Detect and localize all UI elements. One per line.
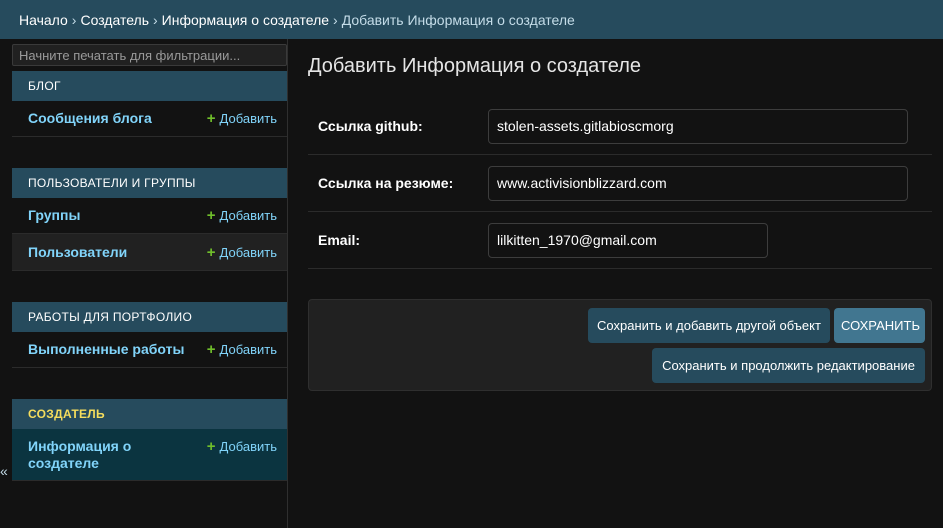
- plus-icon: +: [206, 243, 216, 261]
- add-blog-post-link[interactable]: + Добавить: [207, 110, 277, 127]
- save-and-continue-button[interactable]: Сохранить и продолжить редактирование: [652, 348, 925, 383]
- add-group-link[interactable]: + Добавить: [207, 207, 277, 224]
- add-creator-info-link[interactable]: + Добавить: [207, 438, 277, 455]
- add-label: Добавить: [219, 111, 277, 126]
- breadcrumb-app[interactable]: Создатель: [80, 12, 149, 28]
- module-portfolio: РАБОТЫ ДЛЯ ПОРТФОЛИО Выполненные работы …: [12, 302, 287, 368]
- sidebar-item-works: Выполненные работы + Добавить: [12, 332, 287, 368]
- github-label: Ссылка github:: [318, 118, 423, 134]
- form-row-email: Email:: [308, 212, 932, 269]
- sidebar-item-label[interactable]: Группы: [28, 207, 80, 224]
- add-label: Добавить: [219, 342, 277, 357]
- collapse-sidebar-icon[interactable]: «: [0, 462, 10, 480]
- sidebar-item-users: Пользователи + Добавить: [12, 234, 287, 271]
- save-button[interactable]: СОХРАНИТЬ: [834, 308, 925, 343]
- breadcrumb-separator: ›: [333, 11, 338, 28]
- sidebar-item-creator-info: Информация о создателе + Добавить: [12, 429, 287, 481]
- add-label: Добавить: [219, 439, 277, 454]
- save-and-add-another-button[interactable]: Сохранить и добавить другой объект: [588, 308, 830, 343]
- submit-row: Сохранить и добавить другой объект СОХРА…: [308, 299, 932, 391]
- breadcrumb-home[interactable]: Начало: [19, 12, 68, 28]
- sidebar-filter-input[interactable]: [12, 44, 287, 66]
- module-caption[interactable]: СОЗДАТЕЛЬ: [12, 399, 287, 429]
- module-creator: СОЗДАТЕЛЬ Информация о создателе + Добав…: [12, 399, 287, 481]
- breadcrumb: Начало › Создатель › Информация о создат…: [0, 0, 943, 39]
- sidebar-item-blog-posts: Сообщения блога + Добавить: [12, 101, 287, 137]
- module-blog: БЛОГ Сообщения блога + Добавить: [12, 71, 287, 137]
- resume-label: Ссылка на резюме:: [318, 175, 454, 191]
- form-row-resume: Ссылка на резюме:: [308, 155, 932, 212]
- sidebar: БЛОГ Сообщения блога + Добавить ПОЛЬЗОВА…: [11, 39, 288, 528]
- page-title: Добавить Информация о создателе: [308, 55, 642, 77]
- sidebar-item-label[interactable]: Пользователи: [28, 244, 127, 261]
- plus-icon: +: [206, 110, 216, 127]
- breadcrumb-model[interactable]: Информация о создателе: [162, 12, 329, 28]
- github-link-input[interactable]: [488, 108, 908, 144]
- add-work-link[interactable]: + Добавить: [207, 341, 277, 358]
- module-auth: ПОЛЬЗОВАТЕЛИ И ГРУППЫ Группы + Добавить …: [12, 168, 287, 271]
- add-user-link[interactable]: + Добавить: [207, 244, 277, 261]
- resume-link-input[interactable]: [488, 165, 908, 201]
- email-field[interactable]: [488, 222, 768, 258]
- form-row-github: Ссылка github:: [308, 98, 932, 155]
- sidebar-item-label[interactable]: Сообщения блога: [28, 110, 152, 127]
- breadcrumb-separator: ›: [153, 11, 158, 28]
- add-label: Добавить: [219, 244, 277, 260]
- module-caption[interactable]: БЛОГ: [12, 71, 287, 101]
- plus-icon: +: [206, 438, 216, 455]
- plus-icon: +: [206, 207, 216, 224]
- breadcrumb-separator: ›: [71, 11, 77, 28]
- email-label: Email:: [318, 232, 361, 248]
- module-caption[interactable]: ПОЛЬЗОВАТЕЛИ И ГРУППЫ: [12, 168, 287, 198]
- sidebar-item-label[interactable]: Выполненные работы: [28, 341, 184, 358]
- module-caption[interactable]: РАБОТЫ ДЛЯ ПОРТФОЛИО: [12, 302, 287, 332]
- sidebar-item-label[interactable]: Информация о создателе: [28, 438, 158, 472]
- add-label: Добавить: [219, 208, 277, 223]
- breadcrumb-current: Добавить Информация о создателе: [341, 11, 575, 28]
- plus-icon: +: [206, 341, 216, 358]
- sidebar-item-groups: Группы + Добавить: [12, 198, 287, 234]
